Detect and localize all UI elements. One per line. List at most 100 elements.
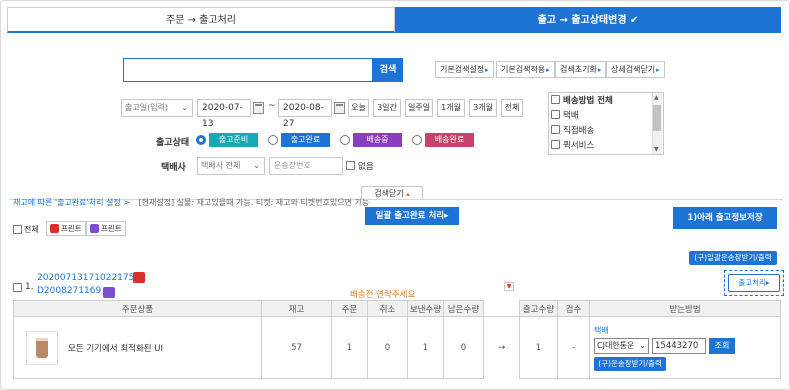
col-remaining: 남은수량 xyxy=(443,300,484,317)
print-button[interactable]: 프린트 xyxy=(46,221,86,236)
window-frame: 주문 → 출고처리 출고 → 출고상태변경 ✔ 검색 기본검색설정▸ 기본검색적… xyxy=(0,0,790,390)
checkbox[interactable] xyxy=(551,95,560,104)
sent-cell: 1 xyxy=(407,316,444,379)
truck-icon xyxy=(133,272,145,283)
calendar-icon[interactable] xyxy=(334,102,345,114)
checkbox[interactable] xyxy=(551,125,560,134)
checkbox[interactable] xyxy=(551,140,560,149)
scroll-down-icon[interactable]: ▼ xyxy=(654,146,659,153)
product-cell: 모든 기기에서 최적화된 UI xyxy=(13,316,262,379)
col-cancelled: 취소 xyxy=(367,300,408,317)
shipping-method-all[interactable]: 배송방법 전체 xyxy=(551,94,613,109)
release-number-link[interactable]: D2008271169 xyxy=(37,286,101,296)
table-header-row: 주문상품 재고 주문 취소 보낸수량 남은수량 출고수량 검수 받는방법 xyxy=(13,300,781,317)
apply-default-search-button[interactable]: 기본검색적용▸ xyxy=(496,61,555,78)
product-name[interactable]: 모든 기기에서 최적화된 UI xyxy=(68,342,163,354)
table-row: 모든 기기에서 최적화된 UI 57 1 0 1 0 → 1 - 택배 CJ대한… xyxy=(13,316,781,379)
tracking-number-input[interactable]: 운송장번호 xyxy=(269,157,343,175)
dropdown-icon[interactable]: ▼ xyxy=(504,282,514,291)
date-from-input[interactable]: 2020-07-13 xyxy=(197,99,251,129)
status-complete-radio[interactable] xyxy=(268,135,278,145)
receive-method-cell: 택배 CJ대한통운 ⌄ 15443270 조회 (구)운송장받기/출력 xyxy=(589,316,781,379)
release-setting-link[interactable]: 재고에 따른 '출고완료'처리 설정 > xyxy=(13,198,130,207)
select-all-checkbox[interactable] xyxy=(13,225,22,234)
status-delivered-pill[interactable]: 배송완료 xyxy=(425,133,474,147)
shipping-method-item[interactable]: 퀵서비스 xyxy=(551,139,594,154)
period-week-button[interactable]: 일주일 xyxy=(405,99,433,117)
date-separator: ~ xyxy=(268,101,276,111)
close-detail-search-button[interactable]: 상세검색닫기▸ xyxy=(606,61,665,78)
period-3months-button[interactable]: 3개월 xyxy=(469,99,497,117)
status-shipping-radio[interactable] xyxy=(340,135,350,145)
order-checkbox[interactable] xyxy=(13,283,22,292)
col-release-qty: 출고수량 xyxy=(519,300,558,317)
search-input[interactable] xyxy=(123,58,373,82)
caret-right-icon: ▸ xyxy=(597,66,602,74)
search-button[interactable]: 검색 xyxy=(373,58,403,82)
col-inspect: 검수 xyxy=(557,300,590,317)
cancelled-cell: 0 xyxy=(367,316,408,379)
printer-icon xyxy=(90,224,99,233)
checkbox[interactable] xyxy=(551,110,560,119)
check-icon: ✔ xyxy=(630,15,639,26)
scroll-up-icon[interactable]: ▲ xyxy=(654,94,659,101)
tracking-number-field[interactable]: 15443270 xyxy=(652,337,706,354)
period-1month-button[interactable]: 1개월 xyxy=(437,99,465,117)
shipping-method-item[interactable]: 직접배송 xyxy=(551,124,594,139)
stock-cell: 57 xyxy=(261,316,332,379)
date-type-select[interactable]: 출고일(입력) ⌄ xyxy=(121,99,193,117)
tab-release-status[interactable]: 출고 → 출고상태변경 ✔ xyxy=(395,7,781,33)
save-release-info-button[interactable]: 1)아래 출고정보저장 xyxy=(673,207,777,229)
shipping-method-list[interactable]: 배송방법 전체 택배 직접배송 퀵서비스 xyxy=(548,92,664,155)
release-qty-cell: 1 xyxy=(519,316,558,379)
caret-right-icon: ▸ xyxy=(546,66,550,74)
waybill-print-button[interactable]: (구)운송장받기/출력 xyxy=(594,356,666,371)
inspect-cell: - xyxy=(557,316,590,379)
date-to-input[interactable]: 2020-08-27 xyxy=(278,99,332,129)
bulk-complete-button[interactable]: 일괄 출고완료 처리▸ xyxy=(365,207,459,225)
lookup-button[interactable]: 조회 xyxy=(709,337,735,354)
tab-order-release[interactable]: 주문 → 출고처리 xyxy=(7,7,395,33)
ordered-cell: 1 xyxy=(331,316,368,379)
status-ready-radio[interactable] xyxy=(196,135,206,145)
none-label: 없음 xyxy=(358,162,374,172)
tab-release-status-label: 출고 → 출고상태변경 xyxy=(537,15,627,26)
status-shipping-pill[interactable]: 배송중 xyxy=(353,133,402,147)
col-receive-method: 받는방법 xyxy=(589,300,781,317)
default-search-settings-button[interactable]: 기본검색설정▸ xyxy=(435,61,494,78)
release-status-label: 출고상태 xyxy=(156,138,190,148)
chevron-down-icon: ⌄ xyxy=(181,103,188,112)
order-index: 1. xyxy=(25,282,34,292)
drink-cup-icon xyxy=(36,337,48,358)
print-button[interactable]: 프린트 xyxy=(86,221,126,236)
release-process-button[interactable]: 출고처리▸ xyxy=(728,274,780,292)
bulk-waybill-button[interactable]: (구)일괄운송장받기/출력 xyxy=(689,251,777,265)
calendar-icon[interactable] xyxy=(253,102,264,114)
courier-select-row[interactable]: CJ대한통운 ⌄ xyxy=(594,337,649,354)
period-all-button[interactable]: 전체 xyxy=(501,99,523,117)
reset-search-button[interactable]: 검색초기화▸ xyxy=(555,61,607,78)
period-today-button[interactable]: 오늘 xyxy=(348,99,369,117)
col-product: 주문상품 xyxy=(13,300,262,317)
caret-right-icon: ▸ xyxy=(485,66,489,74)
order-number-link[interactable]: 2020071317102217531 xyxy=(37,273,146,283)
close-search-toggle[interactable]: 검색닫기 ▴ xyxy=(361,186,423,200)
col-arrow xyxy=(483,300,520,317)
order-items-table: 주문상품 재고 주문 취소 보낸수량 남은수량 출고수량 검수 받는방법 모든 … xyxy=(13,300,781,379)
release-setting-info: 재고에 따른 '출고완료'처리 설정 > [현재설정] 실물: 재고있을때 가능… xyxy=(13,198,370,207)
method-label: 택배 xyxy=(594,325,609,335)
product-thumbnail[interactable] xyxy=(26,330,58,365)
caret-right-icon: ▸ xyxy=(656,66,660,74)
scrollbar-thumb[interactable] xyxy=(653,105,661,131)
status-delivered-radio[interactable] xyxy=(412,135,422,145)
status-ready-pill[interactable]: 출고준비 xyxy=(209,133,258,147)
chevron-up-icon: ▴ xyxy=(406,190,410,198)
status-complete-pill[interactable]: 출고완료 xyxy=(281,133,330,147)
period-3days-button[interactable]: 3일간 xyxy=(373,99,401,117)
select-all-label: 전체 xyxy=(24,225,39,234)
courier-select[interactable]: 택배사 전체 ⌄ xyxy=(197,157,265,175)
col-ordered: 주문 xyxy=(331,300,368,317)
delivery-memo: 배송전 연락주세요 xyxy=(350,290,416,300)
none-checkbox[interactable] xyxy=(346,161,355,170)
shipping-method-item[interactable]: 택배 xyxy=(551,109,579,124)
